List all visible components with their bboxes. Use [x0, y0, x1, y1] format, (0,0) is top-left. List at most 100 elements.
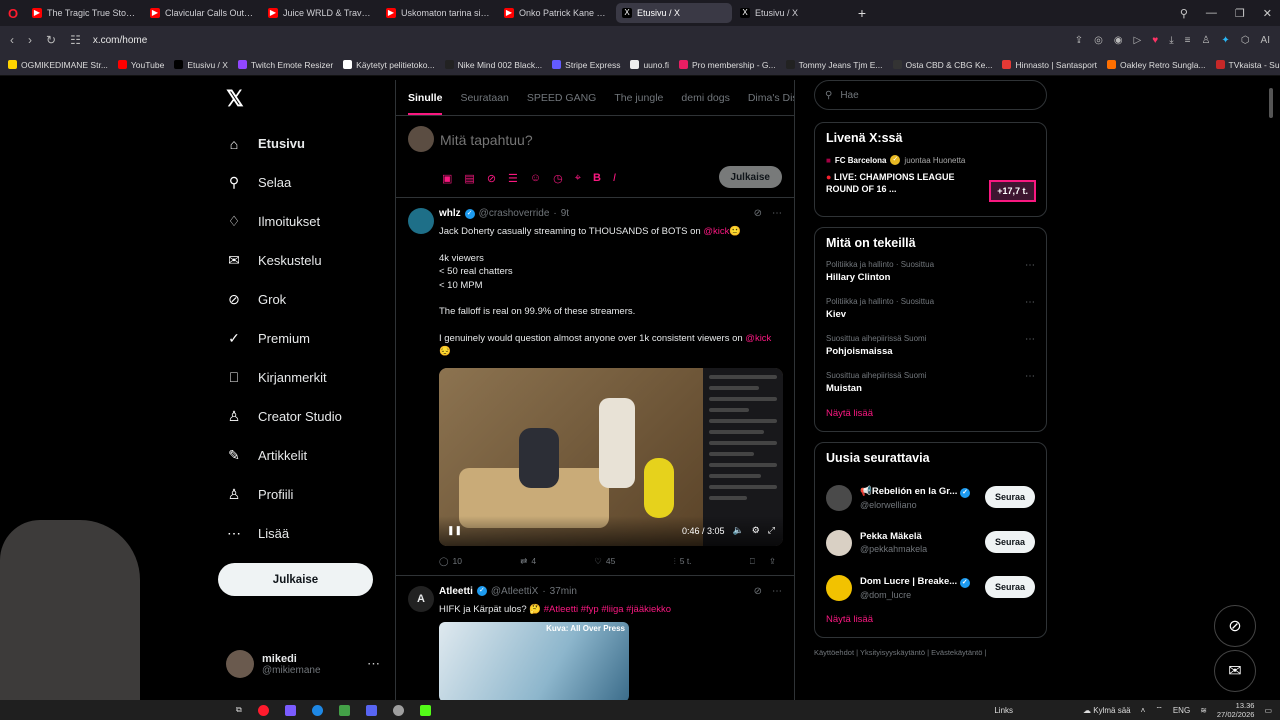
sidebar-item-search[interactable]: ⚲ Selaa — [218, 163, 388, 202]
bookmark-item[interactable]: Tommy Jeans Tjm E... — [785, 60, 883, 70]
feed-tab[interactable]: Seurataan — [460, 92, 508, 104]
account-switcher[interactable]: mikedi @mikiemane ⋯ — [226, 650, 386, 678]
back-icon[interactable]: ‹ — [10, 33, 14, 47]
browser-tab[interactable]: ▶ Juice WRLD & Travis Scott — [262, 3, 378, 23]
opera-taskbar-icon[interactable] — [257, 704, 269, 716]
feed-tab[interactable]: SPEED GANG — [527, 92, 596, 104]
trend-more-icon[interactable]: ⋯ — [1025, 260, 1035, 271]
grok-icon[interactable]: ⊘ — [754, 208, 762, 219]
grok-fab[interactable]: ⊘ — [1214, 605, 1256, 647]
live-host[interactable]: ■ FC Barcelona ✓ juontaa Huonetta — [826, 155, 1035, 165]
vpn-icon[interactable]: ◉ — [1114, 35, 1123, 46]
settings-icon[interactable]: ⚙ — [752, 525, 760, 536]
sidebar-item-grok[interactable]: ⊘ Grok — [218, 280, 388, 319]
sidebar-item-bookmark[interactable]: ⎕ Kirjanmerkit — [218, 358, 388, 397]
trend-item[interactable]: Suosittua aihepiirissä Suomi Pohjoismaiss… — [826, 334, 1035, 357]
bold-icon[interactable]: B — [593, 172, 601, 185]
bookmark-item[interactable]: Oakley Retro Sungla... — [1107, 60, 1206, 70]
browser-tab[interactable]: X Etusivu / X — [616, 3, 732, 23]
tweet-more-icon[interactable]: ⋯ — [772, 586, 782, 597]
tweet-avatar[interactable]: A — [408, 585, 434, 612]
sidebar-item-bell[interactable]: ♢ Ilmoitukset — [218, 202, 388, 241]
like-button[interactable]: ♡ 45 — [594, 556, 615, 567]
download-icon[interactable]: ⤓ — [1169, 35, 1173, 46]
notification-icon[interactable]: ▭ — [1264, 706, 1272, 715]
feed-tab[interactable]: The jungle — [614, 92, 663, 104]
app-taskbar-icon[interactable] — [284, 704, 296, 716]
player-icon[interactable]: ▷ — [1134, 35, 1142, 46]
cube-icon[interactable]: ⬡ — [1241, 35, 1250, 46]
sidebar-item-home[interactable]: ⌂ Etusivu — [218, 124, 388, 163]
scrollbar[interactable] — [1269, 80, 1275, 700]
sidebar-item-article[interactable]: ✎ Artikkelit — [218, 436, 388, 475]
sidebar-item-mail[interactable]: ✉ Keskustelu — [218, 241, 388, 280]
task-view-icon[interactable]: ⧉ — [236, 705, 242, 715]
tray-chevron-icon[interactable]: ˄ — [1141, 706, 1146, 715]
follow-button[interactable]: Seuraa — [984, 531, 1035, 553]
fullscreen-icon[interactable]: ⤢ — [768, 525, 775, 536]
follow-suggestion[interactable]: 📢Rebelión en la Gr... ✓ @elorwelliano Seur… — [826, 475, 1035, 520]
snapshot-icon[interactable]: ◎ — [1094, 35, 1103, 46]
trend-more-icon[interactable]: ⋯ — [1025, 371, 1035, 382]
sidebar-item-profile[interactable]: ♙ Profiili — [218, 475, 388, 514]
sidebar-item-creator[interactable]: ♙ Creator Studio — [218, 397, 388, 436]
sidebar-item-premium[interactable]: ✓ Premium — [218, 319, 388, 358]
opera-menu-icon[interactable]: O — [0, 6, 26, 21]
feed-tab[interactable]: Dima's Dist — [748, 92, 794, 104]
x-logo[interactable]: 𝕏 — [226, 86, 388, 112]
tweet-author[interactable]: whlz — [439, 208, 461, 219]
browser-tab[interactable]: ▶ Uskomaton tarina siinikk — [380, 3, 496, 23]
sidebar-item-more[interactable]: ⋯ Lisää — [218, 514, 388, 553]
menu-icon[interactable]: ≡ — [1185, 35, 1191, 46]
schedule-icon[interactable]: ◷ — [553, 172, 563, 185]
ai-button[interactable]: AI — [1261, 35, 1270, 46]
network-icon[interactable]: ⌔ — [1155, 705, 1163, 715]
follow-suggestion[interactable]: Dom Lucre | Breake... ✓ @dom_lucre Seuraa — [826, 565, 1035, 610]
share-icon[interactable]: ⇪ — [769, 556, 776, 567]
trend-more-icon[interactable]: ⋯ — [1025, 297, 1035, 308]
pause-icon[interactable]: ❚❚ — [447, 525, 462, 536]
follow-suggestion[interactable]: Pekka Mäkelä @pekkahmakela Seuraa — [826, 520, 1035, 565]
bookmark-item[interactable]: TVkaista - Sub Suora — [1215, 60, 1280, 70]
trend-more-icon[interactable]: ⋯ — [1025, 334, 1035, 345]
maximize-button[interactable]: ❐ — [1235, 7, 1245, 20]
edge-taskbar-icon[interactable] — [311, 704, 323, 716]
bookmark-item[interactable]: Etusivu / X — [174, 60, 228, 70]
post-button[interactable]: Julkaise — [218, 563, 373, 596]
bookmark-item[interactable]: Pro membership - G... — [678, 60, 776, 70]
clock[interactable]: 13.36 27/02/2026 — [1217, 701, 1255, 719]
tweet[interactable]: whlz ✓ @crashoverride · 9t ⊘ ⋯ Jack Doher… — [396, 198, 794, 576]
retweet-button[interactable]: ⇄ 4 — [520, 556, 536, 567]
bookmark-item[interactable]: Käytetyt pelitietoko... — [343, 60, 435, 70]
emoji-icon[interactable]: ☺ — [530, 172, 541, 185]
live-listener-badge[interactable]: +17,7 t. — [989, 180, 1036, 202]
bookmark-item[interactable]: OGMIKEDIMANE Str... — [8, 60, 108, 70]
tab-search-icon[interactable]: ⚲ — [1180, 7, 1188, 20]
bookmark-item[interactable]: Nike Mind 002 Black... — [444, 60, 542, 70]
grok-icon[interactable]: ⊘ — [487, 172, 496, 185]
site-info-icon[interactable]: ☷ — [70, 33, 81, 47]
avatar[interactable] — [826, 574, 852, 601]
close-window-button[interactable]: ✕ — [1263, 7, 1272, 20]
tweet-more-icon[interactable]: ⋯ — [772, 208, 782, 219]
avatar[interactable] — [826, 484, 852, 511]
volume-icon[interactable]: 🔈 — [733, 525, 744, 536]
bookmark-item[interactable]: uuno.fi — [630, 60, 669, 70]
wifi-icon[interactable]: ≋ — [1200, 706, 1207, 715]
browser-tab[interactable]: ▶ The Tragic True Story of Ju — [26, 3, 142, 23]
browser-tab[interactable]: ▶ Clavicular Calls Out Larry — [144, 3, 260, 23]
discord-taskbar-icon[interactable] — [365, 704, 377, 716]
views-button[interactable]: ⫶ 5 t. — [674, 556, 692, 567]
trend-item[interactable]: Politiikka ja hallinto · Suosittua Hillar… — [826, 260, 1035, 283]
image-icon[interactable]: ▣ — [442, 172, 452, 185]
tweet-time[interactable]: 9t — [561, 208, 569, 219]
tweet[interactable]: A Atleetti ✓ @AtleettiX · 37min ⊘ ⋯ HIFK … — [396, 576, 794, 700]
live-event[interactable]: ● LIVE: CHAMPIONS LEAGUE ROUND OF 16 ... — [826, 171, 956, 195]
bookmark-item[interactable]: Twitch Emote Resizer — [237, 60, 333, 70]
messages-fab[interactable]: ✉ — [1214, 650, 1256, 692]
trend-item[interactable]: Suosittua aihepiirissä Suomi Muistan ⋯ — [826, 371, 1035, 394]
search-box[interactable]: ⚲ Hae — [814, 80, 1047, 110]
url-field[interactable]: x.com/home — [93, 35, 147, 46]
kick-taskbar-icon[interactable] — [419, 704, 431, 716]
italic-icon[interactable]: I — [613, 172, 616, 185]
